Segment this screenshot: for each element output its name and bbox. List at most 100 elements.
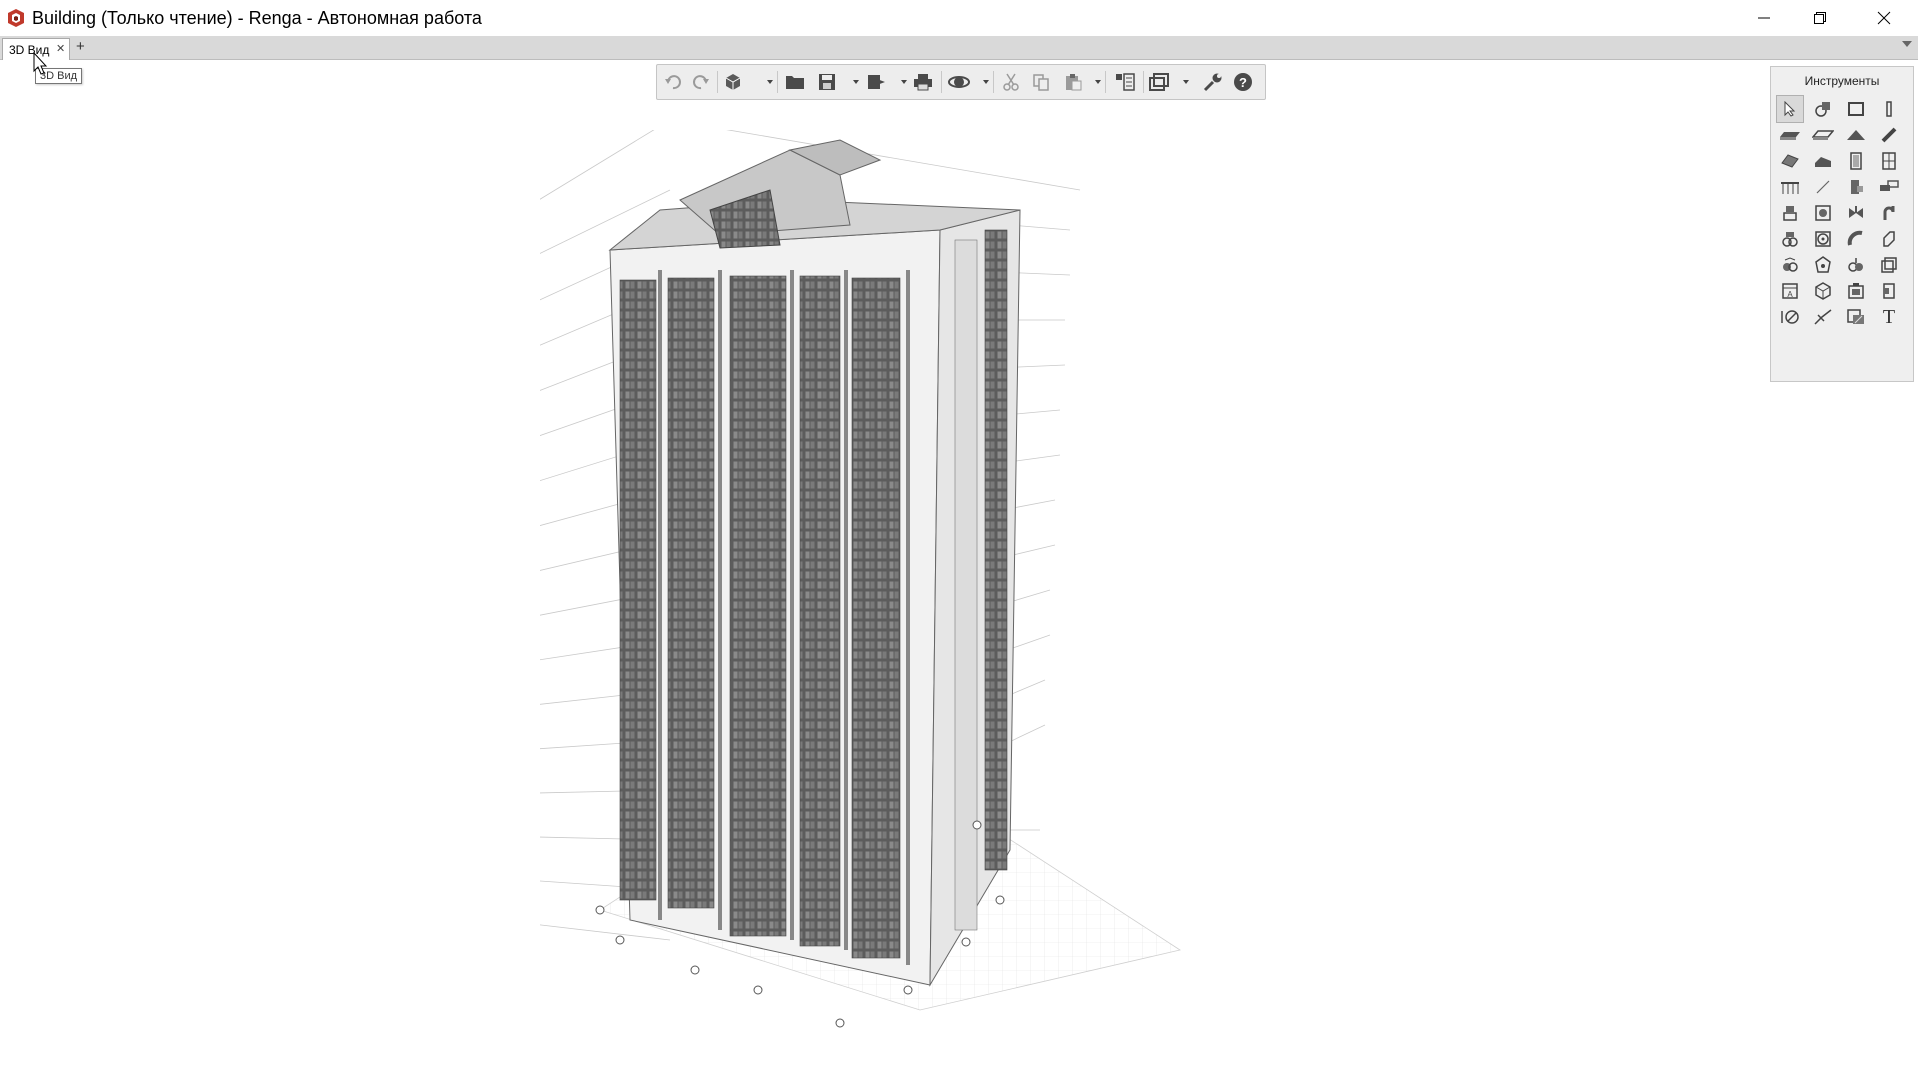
view-cube-button[interactable]	[721, 70, 745, 94]
copy-button[interactable]	[1029, 70, 1053, 94]
paste-dropdown-icon[interactable]	[1095, 80, 1101, 84]
level-mark-tool[interactable]	[1809, 303, 1837, 331]
paste-icon	[1066, 74, 1082, 91]
print-button[interactable]	[911, 70, 935, 94]
undo-button[interactable]	[661, 70, 685, 94]
plumbing-tool[interactable]	[1776, 199, 1804, 227]
dimension-icon	[1781, 310, 1799, 324]
room-tool[interactable]: A	[1776, 277, 1804, 305]
pipe-fitting-icon	[1880, 180, 1899, 191]
renga-logo-icon	[8, 9, 24, 27]
window-tool[interactable]	[1875, 147, 1903, 175]
export-button[interactable]	[865, 70, 889, 94]
settings-button[interactable]	[1201, 70, 1225, 94]
hatch-icon	[1847, 309, 1864, 324]
cursor-arrow-icon	[1784, 101, 1796, 117]
minimize-button[interactable]	[1736, 0, 1792, 36]
paste-button[interactable]	[1061, 70, 1085, 94]
light-tool[interactable]	[1809, 251, 1837, 279]
cable-tool[interactable]	[1776, 251, 1804, 279]
main-toolbar: ?	[656, 64, 1266, 100]
window-title: Building (Только чтение) - Renga - Автон…	[32, 8, 482, 28]
switch-icon	[1848, 258, 1863, 272]
column-tool[interactable]	[1875, 95, 1903, 123]
model-element-icon	[1815, 102, 1830, 117]
properties-button[interactable]	[1113, 70, 1137, 94]
views-button[interactable]	[1147, 70, 1171, 94]
views-dropdown-icon[interactable]	[1183, 80, 1189, 84]
pipe-tool[interactable]	[1875, 199, 1903, 227]
panel-tool[interactable]	[1875, 251, 1903, 279]
column-icon	[1886, 101, 1892, 117]
view-cube-dropdown-icon[interactable]	[767, 80, 773, 84]
export-dropdown-icon[interactable]	[901, 80, 907, 84]
railing-tool[interactable]	[1776, 173, 1804, 201]
door-tool[interactable]	[1842, 147, 1870, 175]
model-element-tool[interactable]	[1809, 95, 1837, 123]
wall-panel-tool[interactable]	[1842, 95, 1870, 123]
fan-tool[interactable]	[1809, 225, 1837, 253]
equipment-tool[interactable]	[1842, 173, 1870, 201]
save-dropdown-icon[interactable]	[853, 80, 859, 84]
roof-icon	[1847, 130, 1865, 140]
3d-model-tool[interactable]	[1809, 277, 1837, 305]
stair-tool[interactable]	[1809, 147, 1837, 175]
assembly-tool[interactable]	[1842, 277, 1870, 305]
toolbar-separator	[1143, 71, 1144, 93]
opening-tool[interactable]	[1875, 277, 1903, 305]
toolbar-separator	[717, 71, 718, 93]
accessory-tool[interactable]	[1776, 225, 1804, 253]
tab-list-dropdown-icon[interactable]	[1902, 41, 1912, 47]
text-tool[interactable]: T	[1875, 303, 1903, 331]
select-tool[interactable]	[1776, 95, 1804, 123]
wall-tool[interactable]	[1776, 121, 1804, 149]
hatch-tool[interactable]	[1842, 303, 1870, 331]
orbit-icon	[948, 76, 970, 88]
elbow-tool[interactable]	[1842, 225, 1870, 253]
line-tool[interactable]	[1809, 173, 1837, 201]
building-3d-model	[540, 130, 1182, 1028]
cut-button[interactable]	[999, 70, 1023, 94]
pipe-fitting-tool[interactable]	[1875, 173, 1903, 201]
railing-icon	[1781, 182, 1799, 194]
3d-model-icon	[1815, 282, 1831, 300]
text-tool-icon: T	[1882, 305, 1896, 328]
undo-icon	[665, 75, 681, 90]
save-icon	[819, 74, 835, 90]
open-button[interactable]	[783, 70, 807, 94]
slab-tool[interactable]	[1776, 147, 1804, 175]
save-button[interactable]	[815, 70, 839, 94]
tools-panel-title: Инструменты	[1804, 74, 1880, 88]
door-icon	[1850, 152, 1862, 170]
plumbing-icon	[1783, 206, 1797, 221]
toolbar-separator	[777, 71, 778, 93]
properties-icon	[1116, 73, 1135, 91]
floor-tool[interactable]	[1809, 121, 1837, 149]
accessory-icon	[1782, 232, 1798, 247]
add-tab-button[interactable]: +	[76, 38, 85, 55]
help-button[interactable]: ?	[1231, 70, 1255, 94]
boiler-tool[interactable]	[1809, 199, 1837, 227]
restore-icon	[1814, 12, 1826, 24]
mouse-cursor-icon	[33, 52, 48, 75]
beam-tool[interactable]	[1875, 121, 1903, 149]
duct-tool[interactable]	[1875, 225, 1903, 253]
redo-button[interactable]	[689, 70, 713, 94]
redo-icon	[693, 75, 709, 90]
wall-icon	[1780, 132, 1800, 140]
light-icon	[1815, 256, 1831, 273]
dimension-tool[interactable]	[1776, 303, 1804, 331]
floor-icon	[1812, 130, 1834, 140]
line-icon	[1816, 180, 1830, 194]
orbit-button[interactable]	[947, 70, 971, 94]
restore-button[interactable]	[1792, 0, 1848, 36]
close-button[interactable]	[1856, 0, 1912, 36]
equipment-icon	[1851, 180, 1863, 194]
tab-close-icon[interactable]: ✕	[56, 42, 65, 55]
roof-tool[interactable]	[1842, 121, 1870, 149]
toolbar-separator	[941, 71, 942, 93]
valve-tool[interactable]	[1842, 199, 1870, 227]
cut-icon	[1003, 73, 1019, 91]
switch-tool[interactable]	[1842, 251, 1870, 279]
orbit-dropdown-icon[interactable]	[983, 80, 989, 84]
